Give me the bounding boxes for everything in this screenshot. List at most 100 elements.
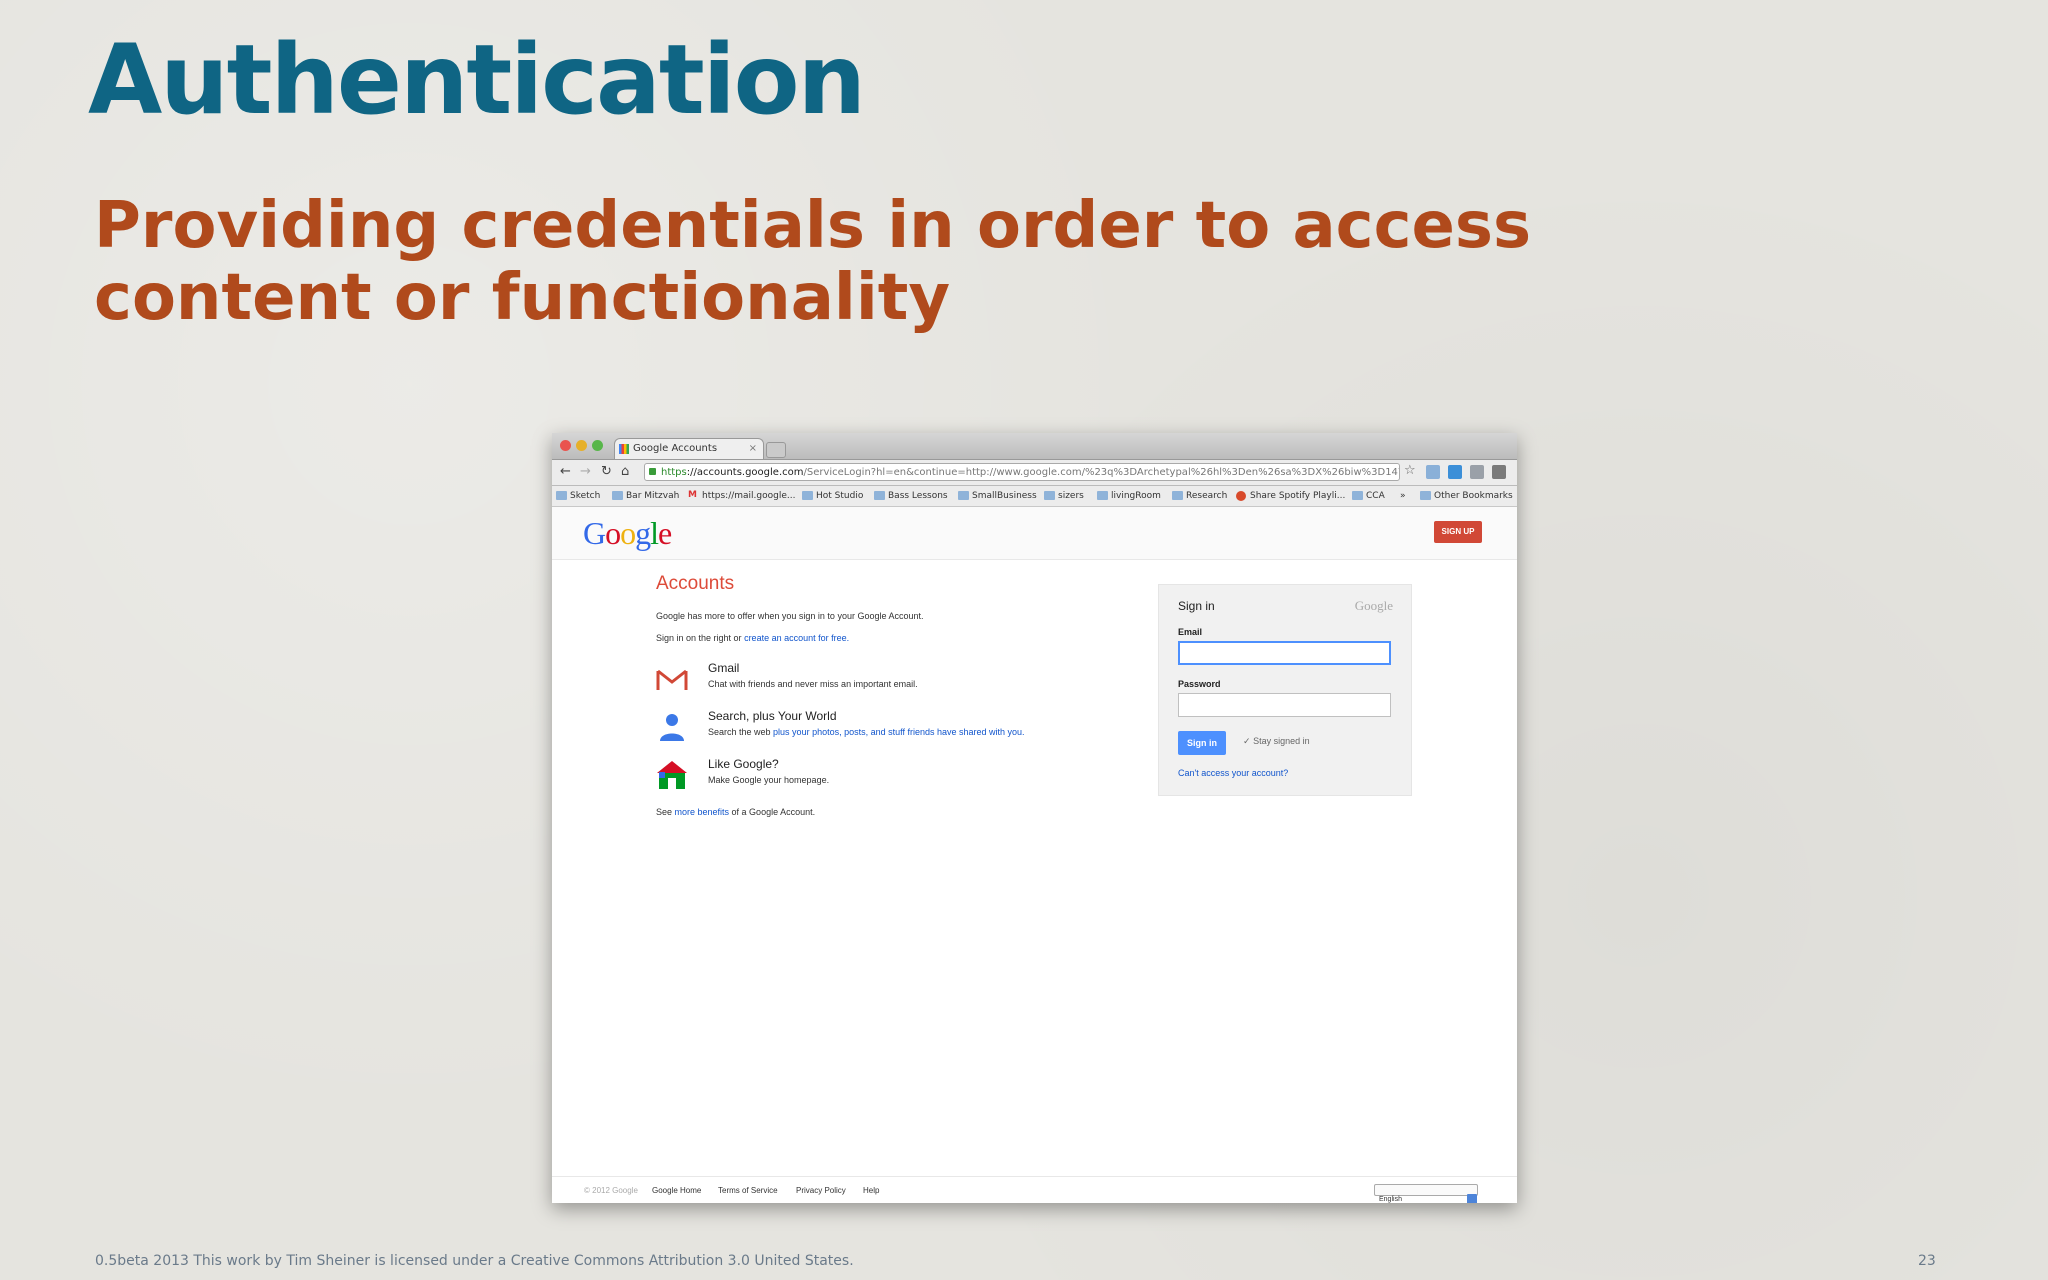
more-benefits-link[interactable]: more benefits xyxy=(675,807,730,817)
sign-up-button[interactable]: SIGN UP xyxy=(1434,521,1482,543)
bookmark-item[interactable]: Bass Lessons xyxy=(874,490,948,502)
accounts-intro: Google has more to offer when you sign i… xyxy=(656,611,924,621)
gmail-icon xyxy=(656,669,688,690)
bookmark-item[interactable]: SmallBusiness xyxy=(958,490,1037,502)
plus-your-world-link[interactable]: plus your photos, posts, and stuff frien… xyxy=(773,727,1024,737)
bookmark-item[interactable]: sizers xyxy=(1044,490,1084,502)
gmail-icon: M xyxy=(688,490,697,500)
footer-link[interactable]: Help xyxy=(863,1186,879,1195)
bookmarks-overflow-chevron[interactable]: » xyxy=(1400,490,1406,502)
feature-search: Search, plus Your World Search the web p… xyxy=(656,709,1025,757)
homepage-icon xyxy=(657,761,687,789)
bookmark-item[interactable]: Research xyxy=(1172,490,1227,502)
folder-icon xyxy=(958,491,969,500)
footer-link[interactable]: Google Home xyxy=(652,1186,701,1195)
chevron-down-icon xyxy=(1467,1194,1477,1203)
sign-in-button[interactable]: Sign in xyxy=(1178,731,1226,755)
copyright: © 2012 Google xyxy=(584,1186,638,1195)
bookmarks-bar: Sketch Bar Mitzvah Mhttps://mail.google.… xyxy=(552,486,1517,507)
feature-title: Gmail xyxy=(708,661,740,675)
tab-google-accounts[interactable]: Google Accounts × xyxy=(614,438,764,459)
google-footer: © 2012 Google Google Home Terms of Servi… xyxy=(552,1176,1517,1203)
language-select[interactable]: English xyxy=(1374,1184,1478,1203)
back-icon[interactable]: ← xyxy=(560,463,571,481)
folder-icon xyxy=(1352,491,1363,500)
accounts-section: Accounts Google has more to offer when y… xyxy=(656,573,1025,829)
logo-letter: o xyxy=(620,515,636,551)
bookmark-item[interactable]: Mhttps://mail.google... xyxy=(688,490,795,502)
google-favicon-icon xyxy=(619,444,629,454)
google-header: Google SIGN UP xyxy=(552,507,1517,560)
feature-desc: Search the web plus your photos, posts, … xyxy=(708,727,1025,737)
create-account-link[interactable]: create an account for free. xyxy=(744,633,849,643)
feature-title: Search, plus Your World xyxy=(708,709,837,723)
folder-icon xyxy=(1044,491,1055,500)
feature-homepage: Like Google? Make Google your homepage. xyxy=(656,757,1025,805)
spotify-icon xyxy=(1236,491,1246,501)
address-bar[interactable]: https://accounts.google.com/ServiceLogin… xyxy=(644,463,1400,481)
url-path: /ServiceLogin?hl=en&continue=http://www.… xyxy=(803,467,1400,478)
folder-icon xyxy=(556,491,567,500)
tools-icon[interactable] xyxy=(1470,465,1484,479)
lock-icon xyxy=(649,468,656,475)
feature-gmail: Gmail Chat with friends and never miss a… xyxy=(656,661,1025,709)
tab-strip: Google Accounts × xyxy=(552,433,1517,460)
bookmark-item[interactable]: Hot Studio xyxy=(802,490,863,502)
footer-link[interactable]: Terms of Service xyxy=(718,1186,778,1195)
google-logo[interactable]: Google xyxy=(583,515,672,552)
email-field[interactable] xyxy=(1178,641,1391,665)
folder-icon xyxy=(612,491,623,500)
wrench-icon[interactable] xyxy=(1492,465,1506,479)
cant-access-link[interactable]: Can't access your account? xyxy=(1178,768,1288,778)
logo-letter: G xyxy=(583,515,606,551)
close-icon[interactable]: × xyxy=(749,439,757,459)
bookmark-item[interactable]: Other Bookmarks xyxy=(1420,490,1513,502)
minimize-window-button[interactable] xyxy=(576,440,587,451)
bookmark-item[interactable]: CCA xyxy=(1352,490,1385,502)
folder-icon xyxy=(874,491,885,500)
sign-in-title: Sign in xyxy=(1178,599,1215,613)
extension-icon[interactable] xyxy=(1426,465,1440,479)
browser-window: Google Accounts × ← → ↻ ⌂ https://accoun… xyxy=(552,433,1517,1203)
url-host: ://accounts.google.com xyxy=(686,467,804,478)
language-value: English xyxy=(1379,1196,1402,1203)
tab-title: Google Accounts xyxy=(633,443,718,454)
close-window-button[interactable] xyxy=(560,440,571,451)
folder-icon xyxy=(1097,491,1108,500)
bookmark-item[interactable]: livingRoom xyxy=(1097,490,1161,502)
bookmark-item[interactable]: Sketch xyxy=(556,490,600,502)
password-field[interactable] xyxy=(1178,693,1391,717)
bookmark-item[interactable]: Share Spotify Playli... xyxy=(1236,490,1345,502)
password-label: Password xyxy=(1178,679,1221,689)
logo-letter: g xyxy=(635,515,651,551)
bookmark-item[interactable]: Bar Mitzvah xyxy=(612,490,679,502)
new-tab-button[interactable] xyxy=(766,442,786,458)
email-label: Email xyxy=(1178,627,1203,637)
reload-icon[interactable]: ↻ xyxy=(601,463,612,481)
make-homepage-link[interactable]: Make Google your homepage. xyxy=(708,775,1025,785)
checkmark-icon: ✓ xyxy=(1243,736,1251,746)
logo-letter: o xyxy=(605,515,621,551)
bookmark-star-icon[interactable]: ☆ xyxy=(1404,463,1416,478)
forward-icon[interactable]: → xyxy=(580,463,591,481)
more-benefits: See more benefits of a Google Account. xyxy=(656,807,816,817)
slide-footer: 0.5beta 2013 This work by Tim Sheiner is… xyxy=(95,1253,854,1269)
sign-in-box: Sign in Google Email Password Sign in ✓ … xyxy=(1158,584,1412,796)
browser-toolbar: ← → ↻ ⌂ https://accounts.google.com/Serv… xyxy=(552,460,1517,486)
stay-signed-in-label: Stay signed in xyxy=(1253,736,1310,746)
url-scheme: https xyxy=(661,467,687,478)
folder-icon xyxy=(802,491,813,500)
folder-icon xyxy=(1172,491,1183,500)
logo-letter: e xyxy=(658,515,672,551)
logo-letter: l xyxy=(650,515,659,551)
home-icon[interactable]: ⌂ xyxy=(621,463,629,481)
slide-title: Authentication xyxy=(88,24,866,136)
stay-signed-in-checkbox[interactable]: ✓ Stay signed in xyxy=(1243,736,1310,747)
slide-number: 23 xyxy=(1918,1253,1936,1269)
slide-subtitle: Providing credentials in order to access… xyxy=(94,189,1532,335)
folder-icon xyxy=(1420,491,1431,500)
screen-share-icon[interactable] xyxy=(1448,465,1462,479)
footer-link[interactable]: Privacy Policy xyxy=(796,1186,846,1195)
zoom-window-button[interactable] xyxy=(592,440,603,451)
google-wordmark: Google xyxy=(1354,598,1393,613)
